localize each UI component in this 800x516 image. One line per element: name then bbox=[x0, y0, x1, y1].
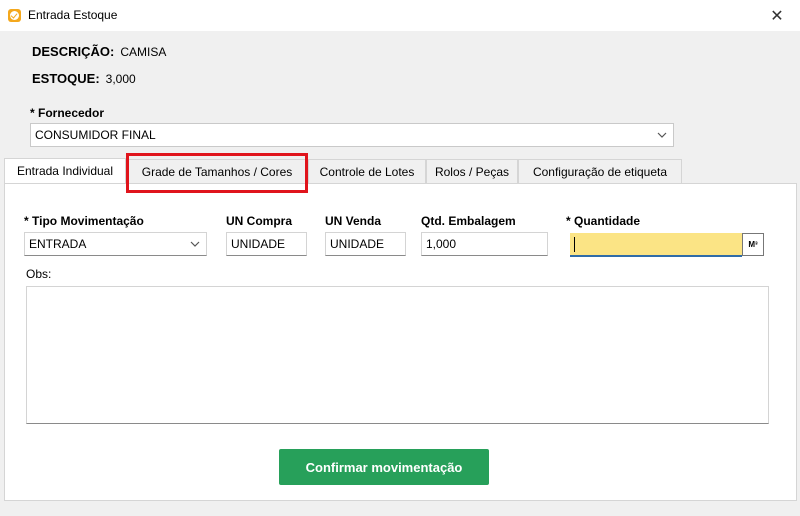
text-caret bbox=[574, 237, 575, 252]
highlight-box bbox=[126, 153, 308, 193]
un-venda-label: UN Venda bbox=[325, 214, 382, 228]
estoque-value: 3,000 bbox=[105, 72, 136, 86]
estoque-row: ESTOQUE: 3,000 bbox=[32, 71, 136, 86]
qtd-embalagem-input[interactable]: 1,000 bbox=[421, 232, 548, 256]
close-icon[interactable]: ✕ bbox=[770, 6, 783, 26]
un-compra-value: UNIDADE bbox=[231, 237, 286, 251]
chevron-down-icon bbox=[190, 241, 200, 247]
chevron-down-icon bbox=[657, 132, 667, 138]
obs-textarea[interactable] bbox=[26, 286, 769, 424]
tab-label: Rolos / Peças bbox=[434, 164, 510, 179]
fornecedor-select[interactable]: CONSUMIDOR FINAL bbox=[30, 123, 674, 147]
confirmar-movimentacao-button[interactable]: Confirmar movimentação bbox=[279, 449, 489, 485]
tipo-movimentacao-value: ENTRADA bbox=[29, 237, 87, 251]
qtd-embalagem-value: 1,000 bbox=[426, 237, 457, 251]
unit-label: M³ bbox=[748, 240, 758, 249]
estoque-label: ESTOQUE: bbox=[32, 71, 100, 86]
descricao-label: DESCRIÇÃO: bbox=[32, 44, 115, 59]
tab-label: Controle de Lotes bbox=[319, 164, 415, 179]
unit-m3-button[interactable]: M³ bbox=[742, 233, 764, 256]
tipo-movimentacao-select[interactable]: ENTRADA bbox=[24, 232, 207, 256]
un-compra-input[interactable]: UNIDADE bbox=[226, 232, 307, 256]
close-button[interactable]: ✕ bbox=[754, 0, 800, 31]
tipo-movimentacao-label: * Tipo Movimentação bbox=[24, 214, 144, 228]
tab-controle-lotes[interactable]: Controle de Lotes bbox=[308, 159, 426, 183]
descricao-value: CAMISA bbox=[120, 45, 167, 59]
quantidade-input[interactable] bbox=[570, 233, 742, 257]
window-title: Entrada Estoque bbox=[28, 8, 118, 22]
tab-label: Entrada Individual bbox=[16, 164, 114, 178]
quantidade-label: * Quantidade bbox=[566, 214, 641, 228]
title-bar: Entrada Estoque ✕ bbox=[0, 0, 800, 31]
un-venda-value: UNIDADE bbox=[330, 237, 385, 251]
fornecedor-label: * Fornecedor bbox=[30, 106, 105, 120]
fornecedor-value: CONSUMIDOR FINAL bbox=[35, 128, 156, 142]
descricao-row: DESCRIÇÃO: CAMISA bbox=[32, 44, 166, 59]
un-venda-input[interactable]: UNIDADE bbox=[325, 232, 406, 256]
obs-label: Obs: bbox=[26, 267, 52, 281]
tab-configuracao-etiqueta[interactable]: Configuração de etiqueta bbox=[518, 159, 682, 183]
app-check-icon bbox=[8, 9, 21, 22]
tab-rolos-pecas[interactable]: Rolos / Peças bbox=[426, 159, 518, 183]
tab-entrada-individual[interactable]: Entrada Individual bbox=[4, 158, 126, 183]
qtd-embalagem-label: Qtd. Embalagem bbox=[421, 214, 516, 228]
un-compra-label: UN Compra bbox=[226, 214, 293, 228]
tab-label: Configuração de etiqueta bbox=[532, 164, 668, 179]
